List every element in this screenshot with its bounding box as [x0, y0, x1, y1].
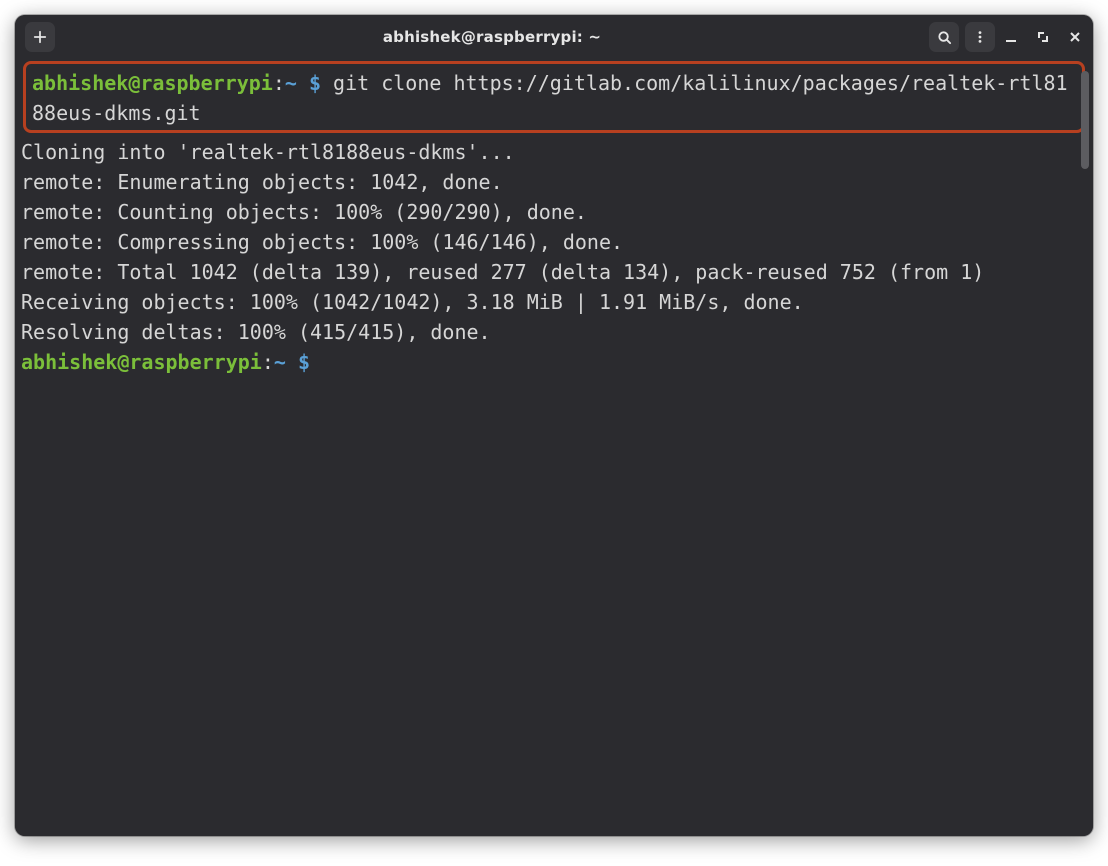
- output-block: Cloning into 'realtek-rtl8188eus-dkms'..…: [21, 137, 1087, 347]
- output-line: Cloning into 'realtek-rtl8188eus-dkms'..…: [21, 137, 1087, 167]
- search-button[interactable]: [929, 22, 959, 52]
- prompt-dollar: $: [286, 350, 322, 374]
- output-line: Receiving objects: 100% (1042/1042), 3.1…: [21, 287, 1087, 317]
- scrollbar-thumb[interactable]: [1081, 71, 1089, 169]
- output-line: remote: Counting objects: 100% (290/290)…: [21, 197, 1087, 227]
- prompt-line-1: abhishek@raspberrypi:~ $ git clone https…: [32, 68, 1076, 128]
- prompt-dollar: $: [297, 71, 333, 95]
- prompt-line-2[interactable]: abhishek@raspberrypi:~ $: [21, 347, 1087, 377]
- prompt-user: abhishek@raspberrypi: [32, 71, 273, 95]
- menu-button[interactable]: [965, 22, 995, 52]
- prompt-user: abhishek@raspberrypi: [21, 350, 262, 374]
- window-title: abhishek@raspberrypi: ~: [61, 28, 923, 46]
- prompt-path: ~: [285, 71, 297, 95]
- prompt-colon: :: [273, 71, 285, 95]
- terminal-window: abhishek@raspberrypi: ~ abhishek@raspber…: [15, 15, 1093, 836]
- highlighted-command-box: abhishek@raspberrypi:~ $ git clone https…: [23, 61, 1085, 133]
- output-line: remote: Total 1042 (delta 139), reused 2…: [21, 257, 1087, 287]
- minimize-button[interactable]: [1001, 27, 1021, 47]
- maximize-button[interactable]: [1033, 27, 1053, 47]
- output-line: remote: Enumerating objects: 1042, done.: [21, 167, 1087, 197]
- titlebar: abhishek@raspberrypi: ~: [15, 15, 1093, 59]
- output-line: remote: Compressing objects: 100% (146/1…: [21, 227, 1087, 257]
- new-tab-button[interactable]: [25, 22, 55, 52]
- terminal-area[interactable]: abhishek@raspberrypi:~ $ git clone https…: [15, 59, 1093, 836]
- output-line: Resolving deltas: 100% (415/415), done.: [21, 317, 1087, 347]
- prompt-path: ~: [274, 350, 286, 374]
- prompt-colon: :: [262, 350, 274, 374]
- close-button[interactable]: [1065, 27, 1085, 47]
